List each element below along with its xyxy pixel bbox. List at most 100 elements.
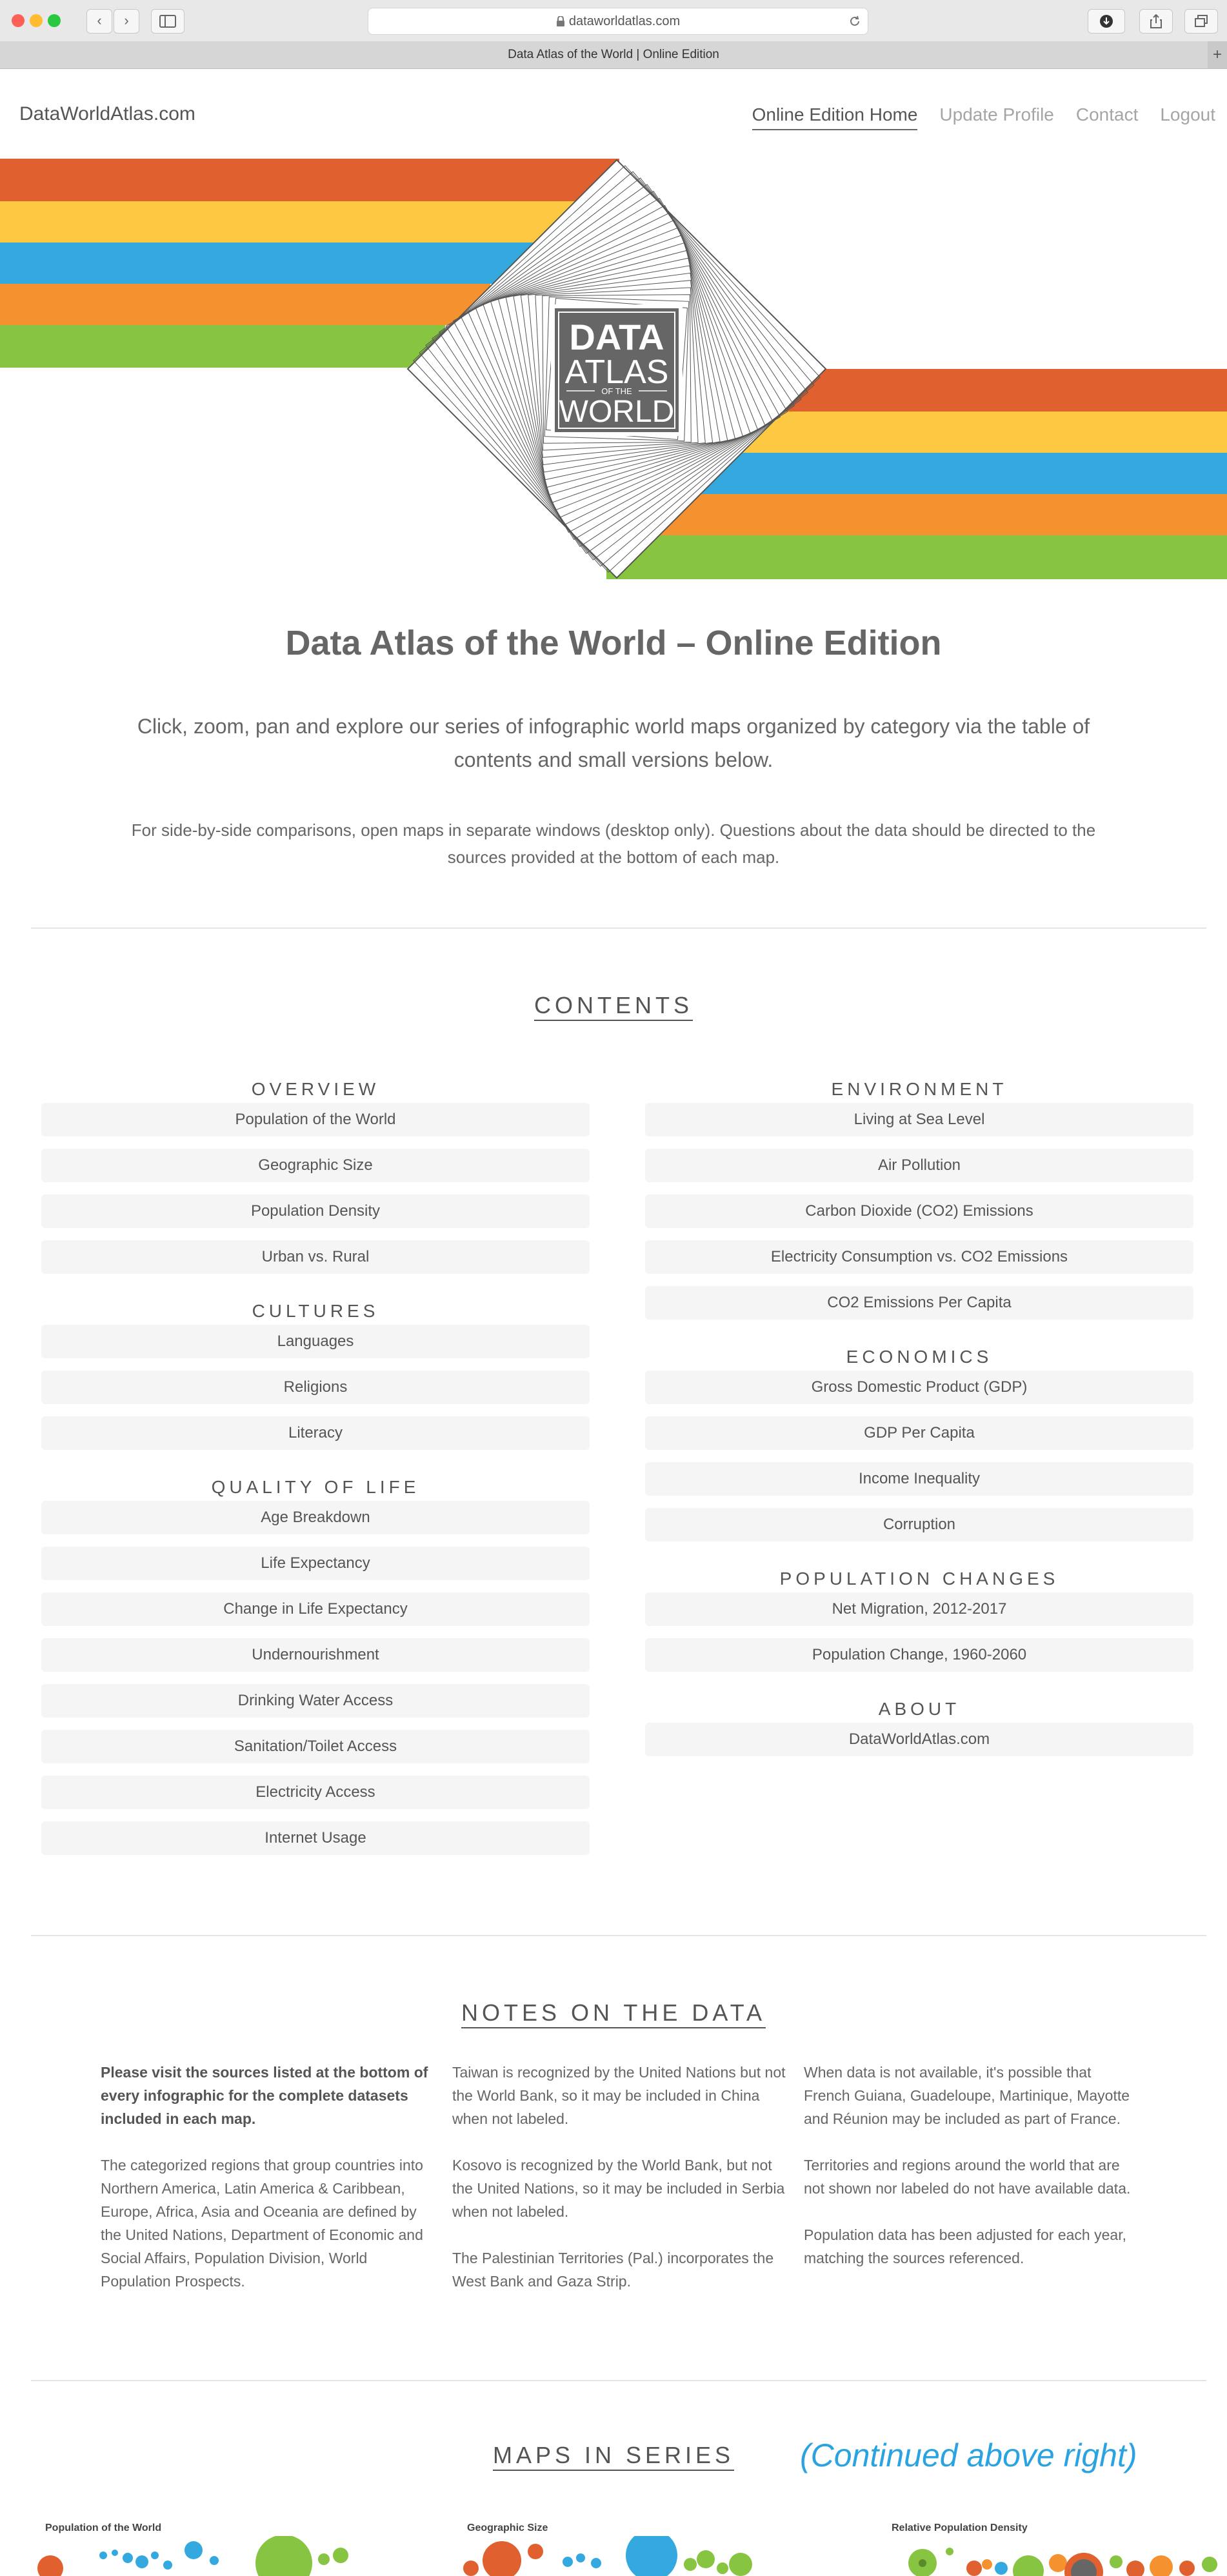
sidebar-toggle-button[interactable] — [151, 9, 185, 34]
tabs-icon — [1195, 15, 1208, 27]
toc-air-pollution[interactable]: Air Pollution — [645, 1149, 1193, 1182]
toc-gdp[interactable]: Gross Domestic Product (GDP) — [645, 1371, 1193, 1404]
atlas-logo-box: DATA ATLAS OF THE WORLD — [551, 304, 683, 436]
notes-column-2: Taiwan is recognized by the United Natio… — [452, 2061, 788, 2316]
notes-france-text: When data is not available, it's possibl… — [804, 2064, 1130, 2127]
new-tab-button[interactable]: + — [1208, 41, 1227, 68]
notes-palestine-text: The Palestinian Territories (Pal.) incor… — [452, 2250, 774, 2290]
plus-icon: + — [1212, 46, 1222, 63]
downloads-button[interactable] — [1088, 9, 1125, 34]
nav-online-edition-home[interactable]: Online Edition Home — [752, 104, 918, 130]
download-icon — [1100, 15, 1113, 28]
toc-urban-vs-rural[interactable]: Urban vs. Rural — [41, 1240, 590, 1274]
category-population-changes: POPULATION CHANGES — [779, 1569, 1059, 1589]
notes-column-3: When data is not available, it's possibl… — [804, 2061, 1139, 2293]
category-cultures: CULTURES — [252, 1301, 379, 1321]
divider — [31, 927, 1206, 929]
sidebar-icon — [159, 15, 176, 28]
thumb-label-geographic-size: Geographic Size — [467, 2522, 548, 2533]
zoom-window-button[interactable] — [48, 14, 61, 27]
toc-life-expectancy[interactable]: Life Expectancy — [41, 1547, 590, 1580]
toc-age-breakdown[interactable]: Age Breakdown — [41, 1501, 590, 1534]
contents-title: CONTENTS — [0, 992, 1227, 1021]
toc-carbon-dioxide-emissions[interactable]: Carbon Dioxide (CO2) Emissions — [645, 1194, 1193, 1228]
contents-left-column: OVERVIEW Population of the World Geograp… — [41, 1077, 590, 1867]
category-quality-of-life: QUALITY OF LIFE — [211, 1477, 420, 1497]
category-about: ABOUT — [878, 1699, 961, 1719]
maps-series-title-text: MAPS IN SERIES — [492, 2442, 735, 2471]
address-bar[interactable]: dataworldatlas.com — [368, 8, 868, 35]
toc-net-migration[interactable]: Net Migration, 2012-2017 — [645, 1592, 1193, 1626]
map-thumbnail-population[interactable] — [32, 2536, 394, 2576]
toc-population-change[interactable]: Population Change, 1960-2060 — [645, 1638, 1193, 1672]
back-button[interactable]: ‹ — [86, 9, 112, 34]
map-thumbnail-population-density[interactable] — [890, 2536, 1226, 2576]
forward-button[interactable]: › — [114, 9, 139, 34]
contents-title-text: CONTENTS — [534, 992, 693, 1021]
toc-population-of-the-world[interactable]: Population of the World — [41, 1103, 590, 1136]
notes-title: NOTES ON THE DATA — [0, 1999, 1227, 2028]
toc-languages[interactable]: Languages — [41, 1325, 590, 1358]
nav-contact[interactable]: Contact — [1076, 104, 1139, 130]
category-economics: ECONOMICS — [846, 1347, 993, 1367]
back-icon: ‹ — [97, 12, 102, 28]
thumb-label-population: Population of the World — [45, 2522, 162, 2533]
notes-kosovo-text: Kosovo is recognized by the World Bank, … — [452, 2157, 785, 2220]
forward-icon: › — [124, 12, 129, 28]
tab-title: Data Atlas of the World | Online Edition — [508, 48, 719, 61]
toc-co2-per-capita[interactable]: CO2 Emissions Per Capita — [645, 1286, 1193, 1320]
page-title: Data Atlas of the World – Online Edition — [285, 624, 942, 662]
nav-update-profile[interactable]: Update Profile — [939, 104, 1053, 130]
notes-taiwan-text: Taiwan is recognized by the United Natio… — [452, 2064, 786, 2127]
notes-population-text: Population data has been adjusted for ea… — [804, 2226, 1126, 2266]
divider — [31, 2380, 1206, 2381]
logo-data-text: DATA — [569, 317, 664, 357]
notes-sources-text: Please visit the sources listed at the b… — [101, 2064, 428, 2127]
notes-title-text: NOTES ON THE DATA — [461, 1999, 766, 2028]
toc-drinking-water-access[interactable]: Drinking Water Access — [41, 1684, 590, 1718]
notes-territories-text: Territories and regions around the world… — [804, 2157, 1131, 2197]
toc-gdp-per-capita[interactable]: GDP Per Capita — [645, 1416, 1193, 1450]
toc-income-inequality[interactable]: Income Inequality — [645, 1462, 1193, 1496]
tabs-overview-button[interactable] — [1184, 9, 1218, 34]
toc-religions[interactable]: Religions — [41, 1371, 590, 1404]
intro-note: For side-by-side comparisons, open maps … — [131, 820, 1096, 867]
share-button[interactable] — [1139, 9, 1173, 34]
toc-dataworldatlas[interactable]: DataWorldAtlas.com — [645, 1723, 1193, 1756]
toc-literacy[interactable]: Literacy — [41, 1416, 590, 1450]
browser-toolbar: ‹ › dataworldatlas.com — [0, 0, 1227, 42]
thumb-label-population-density: Relative Population Density — [892, 2522, 1028, 2533]
contents-right-column: ENVIRONMENT Living at Sea Level Air Poll… — [645, 1077, 1193, 1769]
nav-logout[interactable]: Logout — [1160, 104, 1215, 130]
category-overview: OVERVIEW — [251, 1079, 380, 1099]
toc-living-at-sea-level[interactable]: Living at Sea Level — [645, 1103, 1193, 1136]
map-thumbnail-geographic-size[interactable] — [452, 2536, 813, 2576]
share-icon — [1150, 14, 1162, 28]
toc-undernourishment[interactable]: Undernourishment — [41, 1638, 590, 1672]
toc-sanitation-toilet-access[interactable]: Sanitation/Toilet Access — [41, 1730, 590, 1763]
close-window-button[interactable] — [12, 14, 25, 27]
continued-note: (Continued above right) — [800, 2437, 1137, 2473]
toc-population-density[interactable]: Population Density — [41, 1194, 590, 1228]
divider — [31, 1935, 1206, 1936]
hero-banner: DATA ATLAS OF THE WORLD — [0, 159, 1227, 579]
category-environment: ENVIRONMENT — [831, 1079, 1008, 1099]
top-navigation: Online Edition Home Update Profile Conta… — [752, 104, 1215, 130]
url-text: dataworldatlas.com — [568, 14, 681, 28]
notes-regions-text: The categorized regions that group count… — [101, 2157, 423, 2290]
toc-electricity-vs-co2[interactable]: Electricity Consumption vs. CO2 Emission… — [645, 1240, 1193, 1274]
toc-internet-usage[interactable]: Internet Usage — [41, 1821, 590, 1855]
active-tab[interactable]: Data Atlas of the World | Online Edition — [0, 41, 1227, 69]
logo-world-text: WORLD — [559, 395, 675, 429]
minimize-window-button[interactable] — [30, 14, 43, 27]
logo-atlas-text: ATLAS — [565, 353, 669, 391]
notes-column-1: Please visit the sources listed at the b… — [101, 2061, 436, 2316]
toc-geographic-size[interactable]: Geographic Size — [41, 1149, 590, 1182]
reload-icon[interactable] — [848, 15, 861, 28]
site-logo-text[interactable]: DataWorldAtlas.com — [19, 103, 195, 125]
intro-text: Click, zoom, pan and explore our series … — [137, 715, 1090, 771]
toc-electricity-access[interactable]: Electricity Access — [41, 1776, 590, 1809]
lock-icon — [556, 15, 564, 26]
toc-corruption[interactable]: Corruption — [645, 1508, 1193, 1541]
toc-change-in-life-expectancy[interactable]: Change in Life Expectancy — [41, 1592, 590, 1626]
